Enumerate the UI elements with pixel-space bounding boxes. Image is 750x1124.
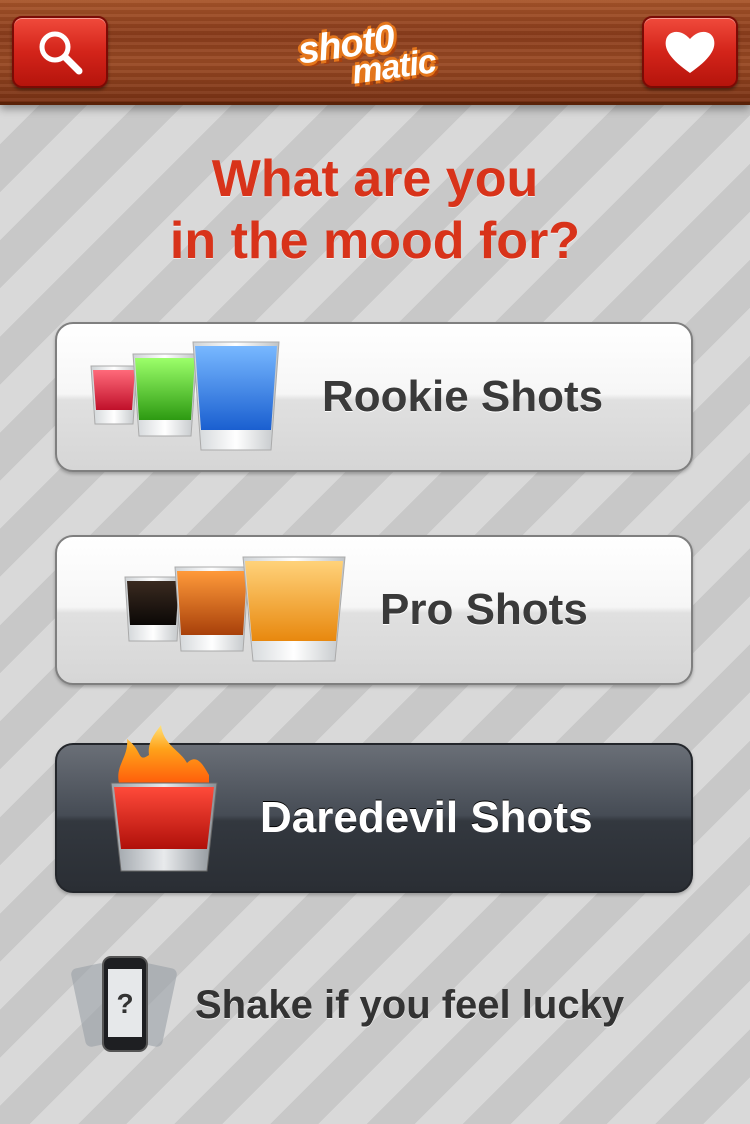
pro-shot-glasses-icon (124, 556, 346, 662)
rookie-shots-label: Rookie Shots (322, 372, 604, 421)
daredevil-shots-label: Daredevil Shots (260, 793, 593, 842)
search-icon (39, 31, 83, 75)
favorites-button[interactable] (642, 16, 738, 88)
top-bar: shot0 matic (0, 0, 750, 105)
question-mark-glyph: ? (116, 988, 133, 1019)
daredevil-shots-button[interactable]: Daredevil Shots (55, 725, 693, 893)
phone-shake-icon: ? (71, 956, 177, 1052)
rookie-shot-glasses-icon (90, 341, 280, 451)
shake-label: Shake if you feel lucky (195, 983, 625, 1027)
title-line-1: What are you (211, 150, 539, 208)
rookie-shots-button[interactable]: Rookie Shots (55, 322, 693, 472)
title-line-2: in the mood for? (169, 212, 581, 270)
search-button[interactable] (12, 16, 108, 88)
pro-shots-label: Pro Shots (380, 585, 588, 634)
pro-shots-button[interactable]: Pro Shots (55, 535, 693, 685)
shake-hint: ? Shake if you feel lucky (70, 955, 690, 1055)
page-title: What are you in the mood for? (0, 148, 750, 272)
app-logo: shot0 matic (295, 6, 456, 94)
heart-icon (665, 31, 715, 73)
